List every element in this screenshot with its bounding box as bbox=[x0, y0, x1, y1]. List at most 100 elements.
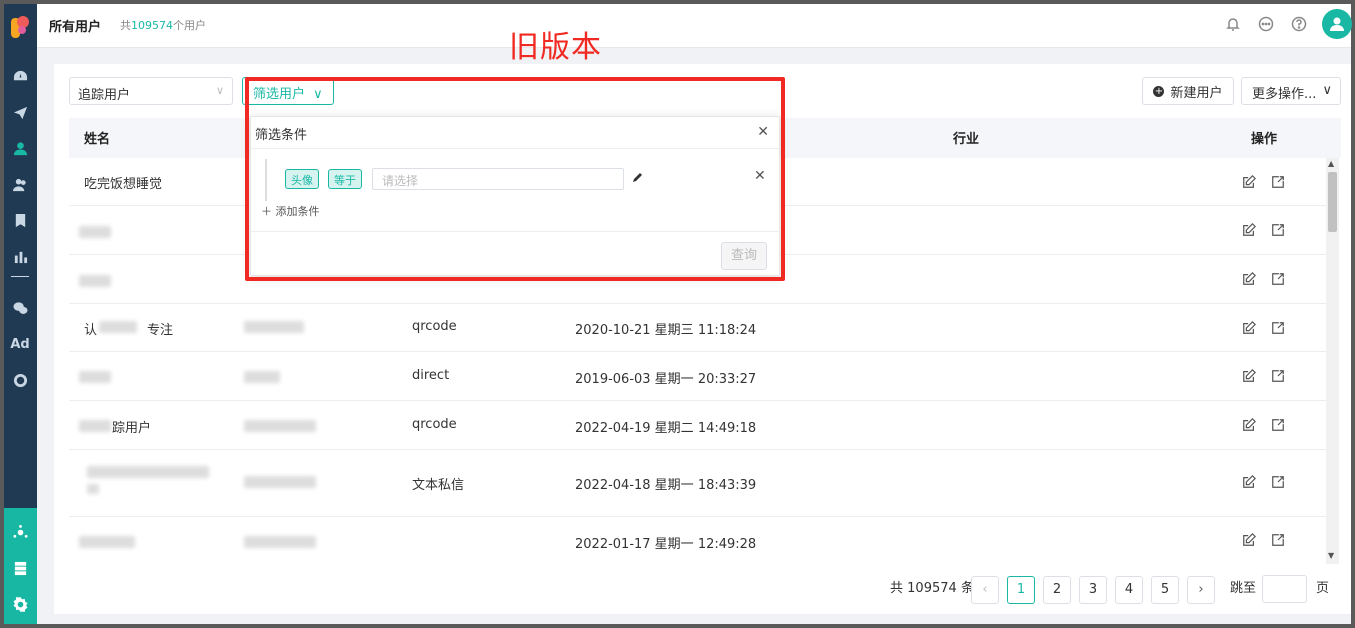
add-condition-link[interactable]: ＋ 添加条件 bbox=[261, 203, 320, 219]
users-icon[interactable] bbox=[10, 174, 30, 194]
page-suffix: 页 bbox=[1316, 581, 1330, 596]
sidebar: Ad bbox=[4, 4, 37, 624]
edit-icon[interactable] bbox=[1242, 175, 1258, 191]
user-source: direct bbox=[412, 368, 450, 383]
ad-icon[interactable]: Ad bbox=[10, 334, 30, 354]
transfer-icon[interactable] bbox=[1271, 475, 1287, 491]
redacted-name bbox=[79, 420, 111, 432]
table-row[interactable]: 踪用户 qrcode 2022-04-19 星期二 14:49:18 bbox=[69, 401, 1326, 450]
edit-icon[interactable] bbox=[1242, 475, 1258, 491]
send-icon[interactable] bbox=[10, 102, 30, 122]
filter-popover: 筛选条件 ✕ 头像 等于 请选择 ✕ ＋ 添加条件 查询 bbox=[250, 116, 780, 276]
more-actions-label: 更多操作... bbox=[1252, 87, 1317, 102]
user-name[interactable]: 吃完饭想睡觉 bbox=[84, 173, 162, 192]
redacted-name bbox=[79, 226, 111, 238]
track-user-select[interactable]: 追踪用户 ∨ bbox=[69, 77, 233, 105]
more-actions-button[interactable]: 更多操作... ∨ bbox=[1241, 77, 1341, 105]
page-4[interactable]: 4 bbox=[1115, 576, 1143, 604]
settings-gear-icon[interactable] bbox=[10, 594, 30, 614]
dashboard-icon[interactable] bbox=[10, 66, 30, 86]
field-tag[interactable]: 头像 bbox=[285, 169, 319, 189]
scrollbar-thumb[interactable] bbox=[1328, 172, 1337, 232]
redacted-name bbox=[79, 275, 111, 287]
avatar[interactable] bbox=[1322, 9, 1352, 39]
contact-card-icon[interactable] bbox=[10, 210, 30, 230]
edit-icon[interactable] bbox=[1242, 321, 1258, 337]
table-row[interactable]: direct 2019-06-03 星期一 20:33:27 bbox=[69, 352, 1326, 401]
chat-icon[interactable] bbox=[1258, 16, 1276, 34]
bell-icon[interactable] bbox=[1225, 16, 1243, 34]
condition-value-select[interactable]: 请选择 bbox=[372, 168, 624, 190]
table-scrollbar[interactable]: ▲ ▼ bbox=[1326, 158, 1339, 564]
page-1[interactable]: 1 bbox=[1007, 576, 1035, 604]
hub-icon[interactable] bbox=[10, 522, 30, 542]
close-icon[interactable]: ✕ bbox=[757, 124, 769, 140]
user-name[interactable]: 踪用户 bbox=[112, 417, 151, 436]
popover-title: 筛选条件 bbox=[255, 128, 308, 143]
redacted-field bbox=[244, 476, 316, 488]
new-user-button[interactable]: + 新建用户 bbox=[1142, 77, 1234, 105]
table-row[interactable]: 文本私信 2022-04-18 星期一 18:43:39 bbox=[69, 450, 1326, 517]
table-row[interactable]: 2022-01-17 星期一 12:49:28 bbox=[69, 517, 1326, 564]
wechat-icon[interactable] bbox=[10, 298, 30, 318]
user-time: 2022-04-19 星期二 14:49:18 bbox=[575, 421, 757, 436]
redacted-field bbox=[244, 321, 304, 333]
user-time: 2022-01-17 星期一 12:49:28 bbox=[575, 537, 757, 552]
transfer-icon[interactable] bbox=[1271, 272, 1287, 288]
redacted-field bbox=[244, 371, 280, 383]
user-name-prefix[interactable]: 认 bbox=[84, 319, 97, 338]
transfer-icon[interactable] bbox=[1271, 321, 1287, 337]
user-icon[interactable] bbox=[10, 138, 30, 158]
bar-chart-icon[interactable] bbox=[10, 246, 30, 266]
plus-circle-icon: + bbox=[1153, 85, 1165, 97]
app-logo bbox=[9, 14, 31, 40]
top-bar: 所有用户 共109574个用户 bbox=[37, 4, 1352, 48]
target-icon[interactable] bbox=[10, 370, 30, 390]
pencil-icon[interactable] bbox=[632, 171, 644, 183]
edit-icon[interactable] bbox=[1242, 418, 1258, 434]
pagination-total: 共 109574 条 bbox=[890, 577, 974, 596]
remove-condition-icon[interactable]: ✕ bbox=[754, 168, 766, 184]
jump-page-input[interactable] bbox=[1262, 575, 1307, 603]
column-name[interactable]: 姓名 bbox=[84, 128, 110, 147]
table-row[interactable]: 认 专注 qrcode 2020-10-21 星期三 11:18:24 bbox=[69, 304, 1326, 352]
transfer-icon[interactable] bbox=[1271, 223, 1287, 239]
redacted-name bbox=[79, 371, 111, 383]
transfer-icon[interactable] bbox=[1271, 418, 1287, 434]
page-5[interactable]: 5 bbox=[1151, 576, 1179, 604]
transfer-icon[interactable] bbox=[1271, 533, 1287, 549]
scroll-up-icon[interactable]: ▲ bbox=[1328, 159, 1334, 168]
edit-icon[interactable] bbox=[1242, 272, 1258, 288]
chevron-down-icon: ∨ bbox=[215, 84, 224, 97]
edit-icon[interactable] bbox=[1242, 369, 1258, 385]
edit-icon[interactable] bbox=[1242, 223, 1258, 239]
user-name-suffix[interactable]: 专注 bbox=[147, 319, 173, 338]
condition-group-line bbox=[265, 159, 267, 201]
filter-button-label: 筛选用户 bbox=[253, 87, 306, 102]
total-prefix: 共 bbox=[890, 581, 904, 596]
next-page-button[interactable]: › bbox=[1187, 576, 1215, 604]
transfer-icon[interactable] bbox=[1271, 175, 1287, 191]
page-title: 所有用户 bbox=[49, 20, 102, 35]
prev-page-button[interactable]: ‹ bbox=[971, 576, 999, 604]
server-icon[interactable] bbox=[10, 558, 30, 578]
scroll-down-icon[interactable]: ▼ bbox=[1328, 551, 1334, 560]
column-industry[interactable]: 行业 bbox=[953, 128, 979, 147]
user-count: 共109574个用户 bbox=[120, 17, 206, 33]
app-window: Ad 所有用户 共109574个用户 旧版本 追踪用户 ∨ 筛选用户 ∨ + 新… bbox=[0, 0, 1355, 628]
filter-user-button[interactable]: 筛选用户 ∨ bbox=[242, 77, 334, 105]
edit-icon[interactable] bbox=[1242, 533, 1258, 549]
popover-header: 筛选条件 ✕ bbox=[251, 117, 779, 149]
count-suffix: 个用户 bbox=[173, 19, 206, 32]
page-3[interactable]: 3 bbox=[1079, 576, 1107, 604]
operator-tag[interactable]: 等于 bbox=[328, 169, 362, 189]
count-prefix: 共 bbox=[120, 19, 131, 32]
user-source: qrcode bbox=[412, 319, 457, 334]
transfer-icon[interactable] bbox=[1271, 369, 1287, 385]
jump-label: 跳至 bbox=[1230, 581, 1257, 596]
plus-icon: ＋ bbox=[261, 205, 272, 218]
old-version-annotation: 旧版本 bbox=[509, 30, 602, 65]
page-2[interactable]: 2 bbox=[1043, 576, 1071, 604]
help-icon[interactable] bbox=[1291, 16, 1309, 34]
query-button[interactable]: 查询 bbox=[721, 242, 767, 270]
